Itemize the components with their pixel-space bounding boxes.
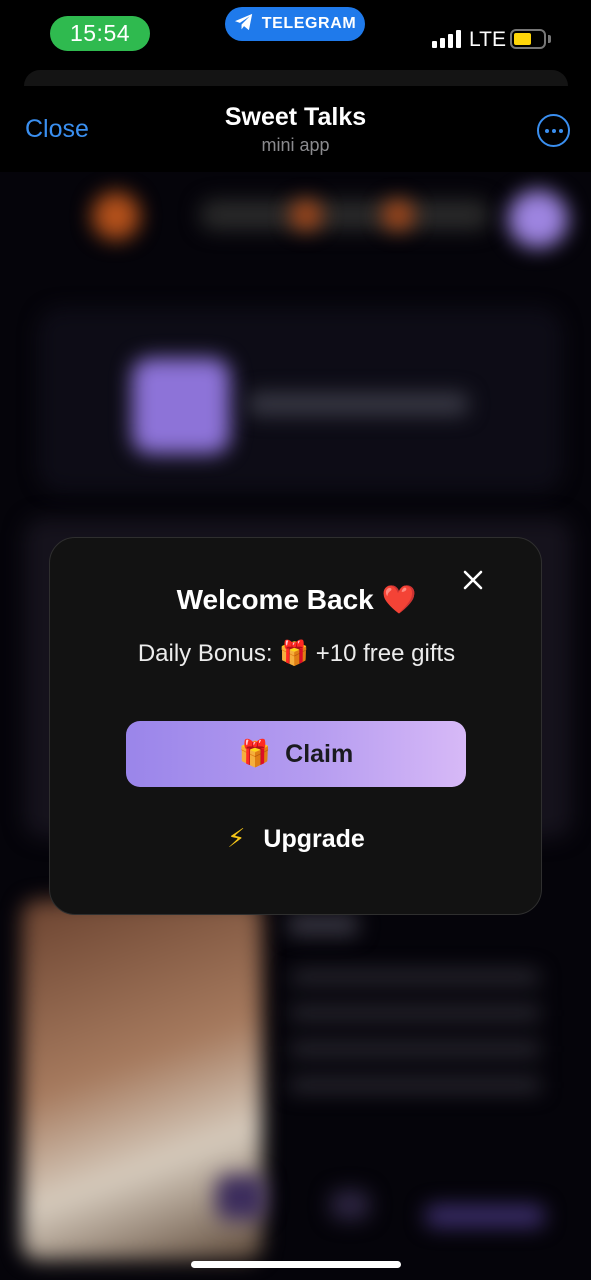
blurred-feature-icon [132, 358, 230, 454]
blurred-button [330, 1190, 370, 1220]
network-label: LTE [469, 28, 506, 51]
battery-tip [548, 35, 551, 43]
telegram-icon [234, 13, 254, 36]
status-time: 15:54 [50, 16, 150, 51]
upgrade-button[interactable]: ⚡ Upgrade [126, 818, 466, 860]
modal-title-text: Welcome Back [176, 584, 374, 615]
blurred-button [216, 1175, 266, 1220]
app-subtitle: mini app [261, 135, 330, 155]
blurred-coin-icon [92, 192, 140, 240]
mini-app-header: Close Sweet Talks mini app [0, 86, 591, 172]
blurred-feature-text [248, 393, 468, 415]
active-app-pill[interactable]: TELEGRAM [225, 7, 365, 41]
app-title: Sweet Talks [224, 103, 367, 131]
modal-title: Welcome Back ❤️ [50, 583, 543, 616]
blurred-button [425, 1205, 545, 1227]
gift-icon: 🎁 [238, 739, 272, 769]
welcome-back-modal: Welcome Back ❤️ Daily Bonus: 🎁 +10 free … [49, 537, 542, 915]
battery-icon [510, 29, 546, 49]
home-indicator[interactable] [191, 1261, 401, 1268]
lightning-icon: ⚡ [227, 824, 246, 854]
active-app-label: TELEGRAM [261, 15, 357, 32]
daily-bonus-text: Daily Bonus: 🎁 +10 free gifts [137, 640, 456, 667]
blurred-avatar [508, 190, 568, 248]
blurred-stats-bar [200, 200, 490, 230]
blurred-description [290, 970, 540, 1100]
status-bar: 15:54 TELEGRAM LTE [0, 0, 591, 70]
upgrade-button-label: Upgrade [263, 824, 365, 853]
blurred-coin-icon [290, 200, 322, 230]
claim-button-label: Claim [285, 739, 354, 768]
blurred-heading [288, 915, 358, 935]
blurred-coin-icon [382, 200, 414, 230]
signal-icon [432, 30, 461, 48]
ellipsis-circle-icon[interactable] [537, 114, 570, 147]
claim-button[interactable]: 🎁 Claim [126, 721, 466, 787]
heart-icon: ❤️ [381, 583, 417, 616]
